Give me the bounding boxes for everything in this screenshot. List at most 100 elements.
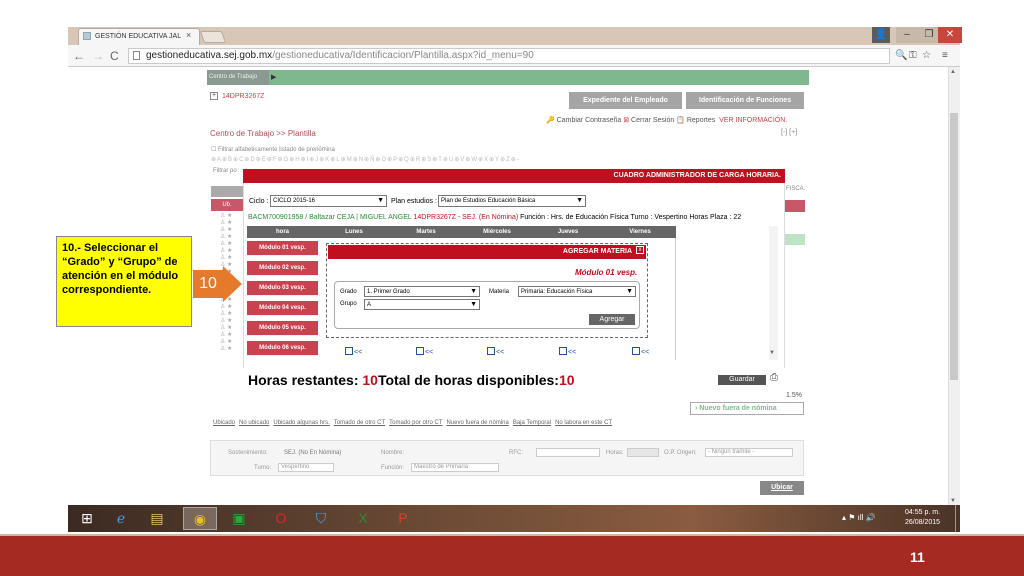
file-explorer-icon[interactable]: ▤ bbox=[140, 507, 174, 530]
module-button[interactable]: Módulo 05 vesp. bbox=[247, 321, 318, 336]
reportes-link[interactable]: Reportes bbox=[687, 117, 715, 124]
expand-icon[interactable]: + bbox=[210, 92, 218, 100]
identificacion-button[interactable]: Identificación de Funciones bbox=[686, 92, 804, 109]
guardar-button[interactable]: Guardar bbox=[718, 375, 766, 385]
filter-checkbox-label[interactable]: ☐ Filtrar alfabeticamente listado de pre… bbox=[211, 146, 335, 153]
turno-select[interactable]: Vespertino bbox=[278, 463, 334, 472]
url-text[interactable]: gestioneducativa.sej.gob.mx/gestioneduca… bbox=[146, 50, 534, 61]
schedule-header-cell: Martes bbox=[416, 229, 436, 235]
clock-date[interactable]: 26/08/2015 bbox=[905, 519, 940, 526]
employee-info: BACM700901958 / Baltazar CEJA | MIGUEL A… bbox=[248, 214, 741, 221]
legend-item[interactable]: Nuevo fuera de nómina bbox=[446, 420, 508, 426]
legend-item[interactable]: Ubicado algunas hrs. bbox=[273, 420, 329, 426]
tab-close-icon[interactable]: × bbox=[186, 30, 191, 40]
legend-item[interactable]: Baja Temporal bbox=[513, 420, 551, 426]
scroll-up-icon[interactable]: ▲ bbox=[950, 69, 956, 75]
chrome-icon[interactable]: ◉ bbox=[183, 507, 217, 530]
agregar-button[interactable]: Agregar bbox=[589, 314, 635, 325]
nuevo-fuera-nomina-button[interactable]: › Nuevo fuera de nómina bbox=[690, 402, 804, 415]
new-tab-button[interactable] bbox=[199, 31, 227, 43]
maximize-button[interactable]: ❐ bbox=[918, 27, 940, 43]
slide-number: 11 bbox=[910, 549, 925, 565]
grado-select[interactable]: 1. Primer Grado ▼ bbox=[364, 286, 480, 297]
module-button[interactable]: Módulo 03 vesp. bbox=[247, 281, 318, 296]
powerpoint-icon[interactable]: P bbox=[386, 507, 420, 530]
collapse-expand-buttons[interactable]: [-] [+] bbox=[781, 129, 797, 136]
dropdown-arrow-icon: ▼ bbox=[626, 288, 633, 295]
system-tray-icons[interactable]: ▴ ⚑ ıll 🔊 bbox=[842, 513, 876, 522]
materia-select[interactable]: Primaria: Educación Física ▼ bbox=[518, 286, 636, 297]
cerrar-sesion-link[interactable]: Cerrar Sesión bbox=[631, 117, 674, 124]
zoom-icon[interactable]: 🔍 bbox=[895, 50, 907, 61]
bookmark-star-icon[interactable]: ☆ bbox=[922, 50, 931, 61]
add-slot-button[interactable]: << bbox=[345, 347, 362, 356]
grupo-select[interactable]: A ▼ bbox=[364, 299, 480, 310]
horas-input[interactable] bbox=[627, 448, 659, 457]
plan-estudios-select[interactable]: Plan de Estudios Educación Básica ▼ bbox=[438, 195, 586, 207]
module-button[interactable]: Módulo 01 vesp. bbox=[247, 241, 318, 256]
store-icon[interactable]: ▣ bbox=[222, 507, 256, 530]
legend-item[interactable]: Tomado por otro CT bbox=[389, 420, 442, 426]
ct-label: Centro de Trabajo bbox=[207, 70, 269, 85]
add-slot-button[interactable]: << bbox=[487, 347, 504, 356]
schedule-header-cell: Jueves bbox=[557, 229, 579, 235]
rfc-input[interactable] bbox=[536, 448, 600, 457]
cambiar-contrasena-link[interactable]: Cambiar Contraseña bbox=[557, 117, 622, 124]
print-icon[interactable]: ⎙ bbox=[770, 372, 778, 383]
horas-label: Horas: bbox=[606, 450, 624, 456]
user-icon[interactable]: 👤 bbox=[872, 27, 890, 43]
opera-icon[interactable]: O bbox=[264, 507, 298, 530]
expediente-button[interactable]: Expediente del Empleado bbox=[569, 92, 682, 109]
url-path: /gestioneducativa/Identificacion/Plantil… bbox=[272, 50, 534, 61]
forward-icon[interactable]: → bbox=[92, 49, 104, 63]
slide-footer bbox=[0, 536, 1024, 576]
scroll-down-icon[interactable]: ▼ bbox=[950, 498, 956, 504]
schedule-scrollbar[interactable] bbox=[769, 226, 778, 360]
ver-informacion-link[interactable]: VER INFORMACIÓN. bbox=[719, 117, 787, 124]
key-small-icon: 🔑 bbox=[546, 117, 555, 124]
browser-menu-icon[interactable]: ≡ bbox=[942, 50, 948, 61]
percentage-value: 1.5% bbox=[786, 392, 802, 399]
legend-item[interactable]: Ubicado bbox=[213, 420, 235, 426]
status-legend: Ubicado No ubicado Ubicado algunas hrs. Tom… bbox=[213, 420, 616, 426]
employee-ct: 14DPR3267Z - SEJ. (En Nómina) bbox=[413, 214, 519, 221]
ct-code[interactable]: 14DPR3267Z bbox=[222, 93, 264, 100]
module-button[interactable]: Módulo 02 vesp. bbox=[247, 261, 318, 276]
module-button[interactable]: Módulo 06 vesp. bbox=[247, 341, 318, 356]
funcion-select[interactable]: Maestro de Primaria bbox=[411, 463, 499, 472]
grupo-value: A bbox=[367, 302, 372, 308]
dropdown-arrow-icon: ▼ bbox=[377, 197, 384, 204]
add-slot-button[interactable]: << bbox=[632, 347, 649, 356]
reload-icon[interactable]: C bbox=[110, 49, 119, 63]
alphabet-filter[interactable]: ⊕A⊕B⊕C⊕D⊕E⊕F⊕G⊕H⊕I⊕J⊕K⊕L⊕M⊕N⊕Ñ⊕O⊕P⊕Q⊕R⊕S… bbox=[211, 156, 520, 163]
legend-item[interactable]: No ubicado bbox=[239, 420, 269, 426]
legend-item[interactable]: Tomado de otro CT bbox=[334, 420, 385, 426]
show-desktop-button[interactable] bbox=[955, 505, 960, 532]
excel-icon[interactable]: X bbox=[346, 507, 380, 530]
clock-time[interactable]: 04:55 p. m. bbox=[905, 509, 940, 516]
add-slot-button[interactable]: << bbox=[416, 347, 433, 356]
shield-app-icon[interactable]: ⛉ bbox=[304, 507, 338, 530]
ciclo-select[interactable]: CICLO 2015-16 ▼ bbox=[270, 195, 387, 207]
sostenimiento-label: Sostenimiento: bbox=[228, 450, 268, 456]
schedule-scroll-down-icon[interactable]: ▼ bbox=[769, 350, 775, 356]
ct-arrow-icon[interactable]: ▶ bbox=[271, 73, 276, 81]
key-icon[interactable]: ⚿ bbox=[909, 50, 917, 61]
module-button[interactable]: Módulo 04 vesp. bbox=[247, 301, 318, 316]
filter-label: Filtrar alfabeticamente listado de prenó… bbox=[218, 147, 335, 153]
page-scroll-thumb[interactable] bbox=[950, 113, 958, 380]
close-window-button[interactable]: ✕ bbox=[938, 27, 962, 43]
minimize-button[interactable]: – bbox=[896, 27, 918, 43]
browser-tab[interactable]: GESTIÓN EDUCATIVA JAL bbox=[78, 28, 200, 45]
add-slot-button[interactable]: << bbox=[559, 347, 576, 356]
instruction-callout: 10.- Seleccionar el “Grado” y “Grupo” de… bbox=[56, 236, 192, 327]
top-links: 🔑 Cambiar Contraseña ⊠ Cerrar Sesión 📋 R… bbox=[546, 116, 787, 124]
internet-explorer-icon[interactable]: ℯ bbox=[104, 507, 138, 530]
dialog-close-icon[interactable]: x bbox=[636, 246, 644, 254]
ubicar-button[interactable]: Ubicar bbox=[760, 481, 804, 495]
windows-start-icon[interactable]: ⊞ bbox=[70, 507, 104, 530]
back-icon[interactable]: ← bbox=[73, 49, 85, 63]
legend-item[interactable]: No labora en este CT bbox=[555, 420, 612, 426]
total-horas-value: 10 bbox=[558, 372, 575, 388]
op-origen-select[interactable]: - Ningún trámite - bbox=[705, 448, 793, 457]
